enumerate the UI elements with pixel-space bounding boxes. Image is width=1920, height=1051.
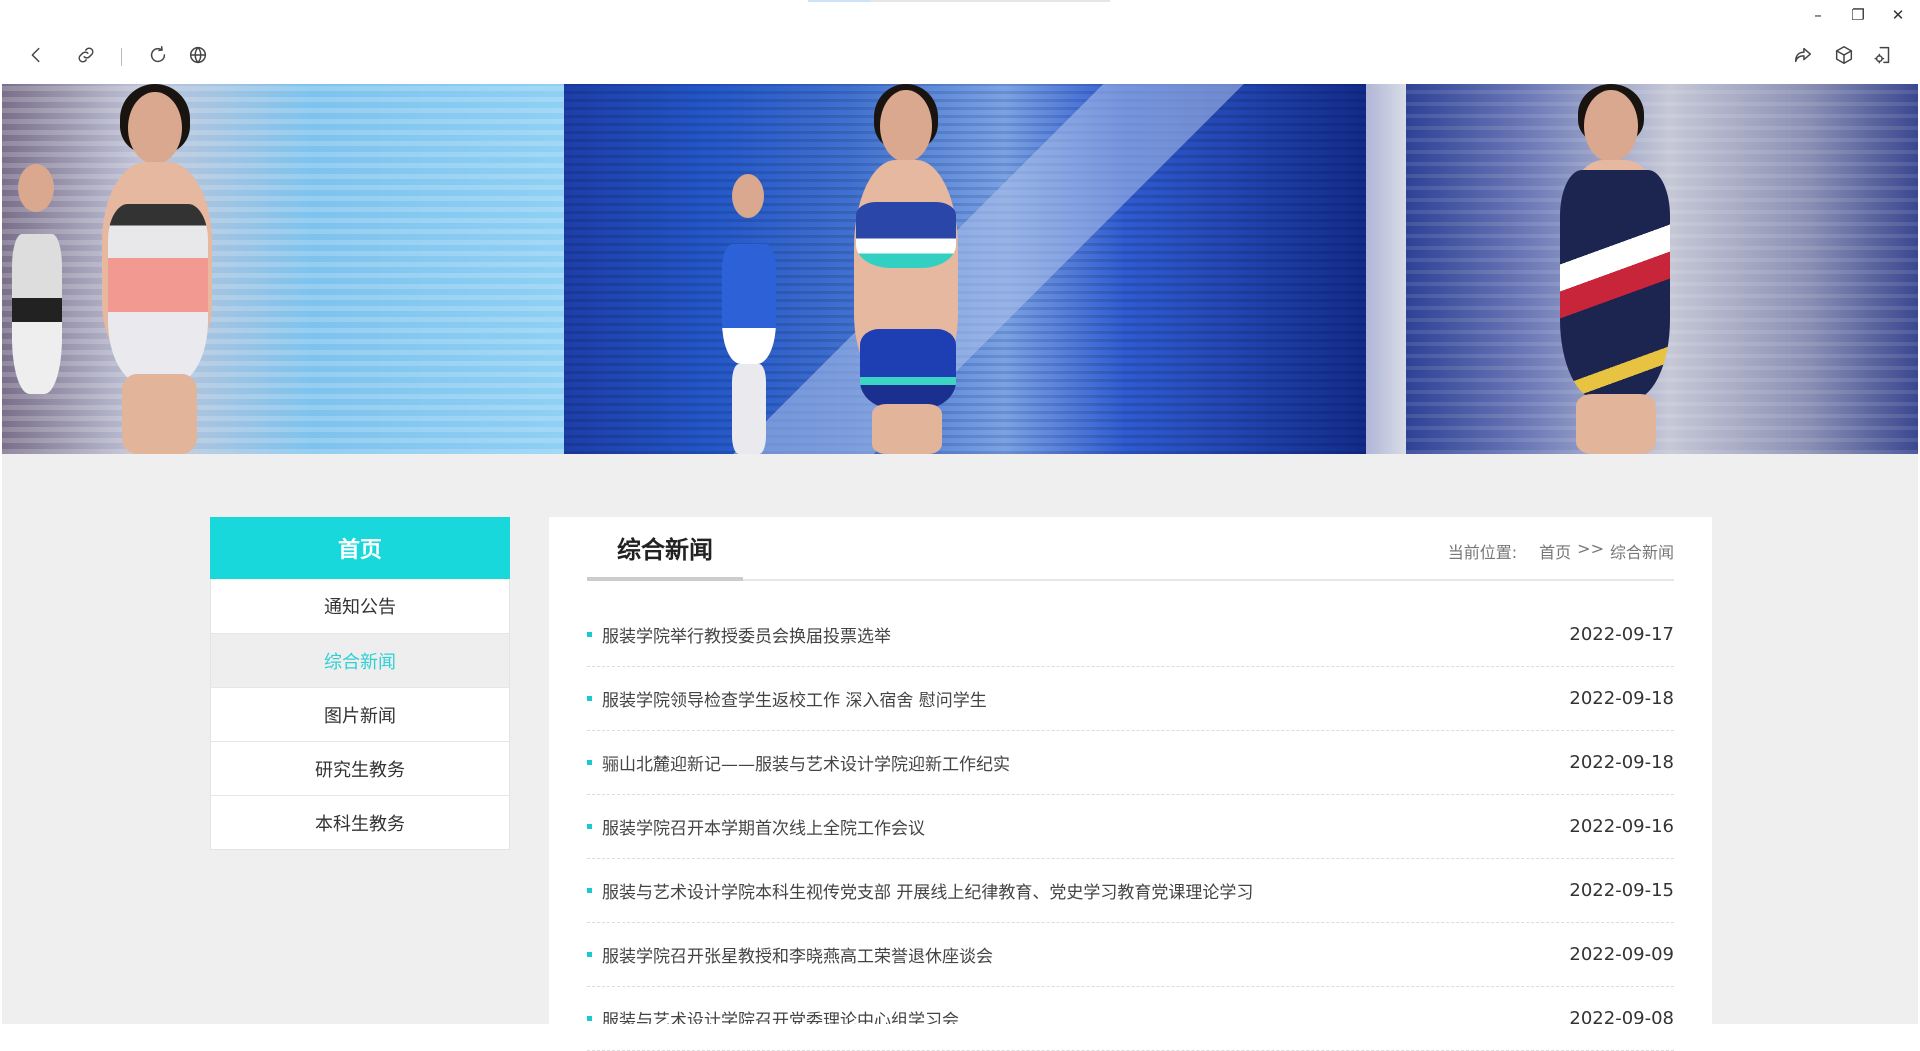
- news-date: 2022-09-15: [1569, 880, 1674, 901]
- sidebar-item-photo-news[interactable]: 图片新闻: [211, 687, 509, 741]
- window-bottom-edge: [0, 1024, 1920, 1030]
- bullet-icon: [587, 952, 592, 957]
- banner-photo-left: [2, 84, 564, 454]
- minimize-button[interactable]: –: [1800, 4, 1836, 26]
- page-title: 综合新闻: [587, 517, 743, 581]
- sidebar-home-header[interactable]: 首页: [210, 517, 510, 579]
- news-date: 2022-09-18: [1569, 688, 1674, 709]
- sidebar-menu: 通知公告 综合新闻 图片新闻 研究生教务 本科生教务: [210, 579, 510, 850]
- bullet-icon: [587, 632, 592, 637]
- browser-toolbar: [0, 28, 1920, 84]
- fashion-show-banner: [2, 84, 1918, 454]
- tab-strip-indicator: [808, 0, 1110, 2]
- restore-button[interactable]: ❐: [1840, 4, 1876, 26]
- news-panel-header: 综合新闻 当前位置: 首页 >> 综合新闻: [587, 517, 1674, 581]
- category-sidebar: 首页 通知公告 综合新闻 图片新闻 研究生教务 本科生教务: [210, 517, 510, 850]
- news-title-link[interactable]: 服装学院召开本学期首次线上全院工作会议: [602, 814, 925, 839]
- news-title-link[interactable]: 骊山北麓迎新记——服装与艺术设计学院迎新工作纪实: [602, 750, 1010, 775]
- close-button[interactable]: ✕: [1880, 4, 1916, 26]
- breadcrumb: 当前位置: 首页 >> 综合新闻: [1448, 539, 1674, 563]
- sidebar-item-notices[interactable]: 通知公告: [211, 579, 509, 633]
- news-date: 2022-09-17: [1569, 624, 1674, 645]
- news-title-link[interactable]: 服装学院举行教授委员会换届投票选举: [602, 622, 891, 647]
- breadcrumb-home-link[interactable]: 首页: [1539, 539, 1571, 563]
- sidebar-item-graduate-affairs[interactable]: 研究生教务: [211, 741, 509, 795]
- runway-model-figure: [794, 84, 1014, 454]
- toolbar-divider: [121, 48, 122, 66]
- news-title-link[interactable]: 服装学院召开张星教授和李晓燕高工荣誉退休座谈会: [602, 942, 993, 967]
- background-model-figure: [1366, 84, 1406, 454]
- banner-photo-center: [564, 84, 1366, 454]
- refresh-icon[interactable]: [143, 40, 173, 70]
- window-titlebar: – ❐ ✕: [0, 0, 1920, 28]
- background-model-figure: [2, 124, 72, 454]
- breadcrumb-current[interactable]: 综合新闻: [1610, 539, 1674, 563]
- globe-icon[interactable]: [183, 40, 213, 70]
- news-list-item[interactable]: 服装学院领导检查学生返校工作 深入宿舍 慰问学生 2022-09-18: [587, 667, 1674, 731]
- news-list-item[interactable]: 服装学院举行教授委员会换届投票选举 2022-09-17: [587, 603, 1674, 667]
- breadcrumb-prefix: 当前位置:: [1447, 543, 1518, 562]
- runway-model-figure: [62, 84, 262, 454]
- news-date: 2022-09-16: [1569, 816, 1674, 837]
- cube-icon[interactable]: [1829, 40, 1859, 70]
- banner-photo-right: [1366, 84, 1918, 454]
- share-icon[interactable]: [1788, 40, 1818, 70]
- page-settings-icon[interactable]: [1868, 40, 1898, 70]
- background-model-figure: [704, 144, 794, 454]
- news-panel: 综合新闻 当前位置: 首页 >> 综合新闻 服装学院举行教授委员会换届投票选举 …: [549, 517, 1712, 1051]
- bullet-icon: [587, 696, 592, 701]
- sidebar-item-general-news[interactable]: 综合新闻: [211, 633, 509, 687]
- news-list: 服装学院举行教授委员会换届投票选举 2022-09-17 服装学院领导检查学生返…: [587, 603, 1674, 1051]
- news-list-item[interactable]: 骊山北麓迎新记——服装与艺术设计学院迎新工作纪实 2022-09-18: [587, 731, 1674, 795]
- breadcrumb-separator: >>: [1577, 539, 1604, 558]
- news-list-item[interactable]: 服装与艺术设计学院召开党委理论中心组学习会 2022-09-08: [587, 987, 1674, 1051]
- bullet-icon: [587, 760, 592, 765]
- news-list-item[interactable]: 服装学院召开本学期首次线上全院工作会议 2022-09-16: [587, 795, 1674, 859]
- news-date: 2022-09-09: [1569, 944, 1674, 965]
- back-icon[interactable]: [21, 40, 51, 70]
- link-icon[interactable]: [71, 40, 101, 70]
- bullet-icon: [587, 888, 592, 893]
- news-list-item[interactable]: 服装与艺术设计学院本科生视传党支部 开展线上纪律教育、党史学习教育党课理论学习 …: [587, 859, 1674, 923]
- bullet-icon: [587, 1016, 592, 1021]
- bullet-icon: [587, 824, 592, 829]
- sidebar-item-undergraduate-affairs[interactable]: 本科生教务: [211, 795, 509, 849]
- news-title-link[interactable]: 服装学院领导检查学生返校工作 深入宿舍 慰问学生: [602, 686, 987, 711]
- runway-model-figure: [1516, 84, 1716, 454]
- news-date: 2022-09-18: [1569, 752, 1674, 773]
- news-title-link[interactable]: 服装与艺术设计学院本科生视传党支部 开展线上纪律教育、党史学习教育党课理论学习: [602, 878, 1253, 903]
- news-list-item[interactable]: 服装学院召开张星教授和李晓燕高工荣誉退休座谈会 2022-09-09: [587, 923, 1674, 987]
